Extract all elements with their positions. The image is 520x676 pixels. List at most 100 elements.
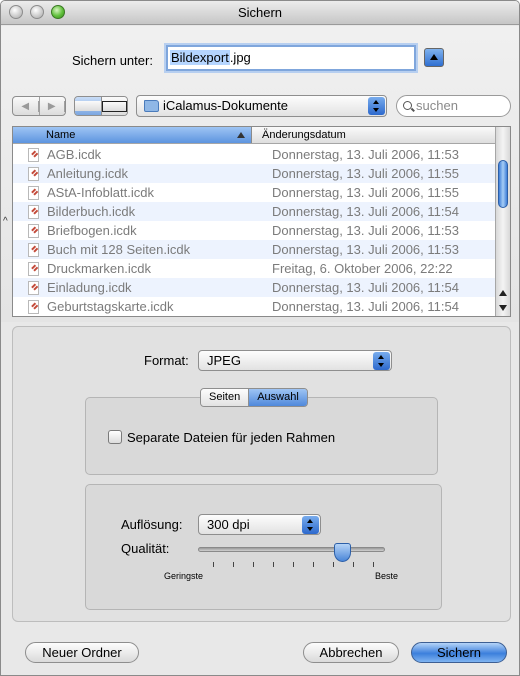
tab-pages[interactable]: Seiten <box>201 389 250 406</box>
file-row[interactable]: Buch mit 128 Seiten.icdk Donnerstag, 13. … <box>13 240 496 259</box>
file-row[interactable]: Anleitung.icdk Donnerstag, 13. Juli 2006,… <box>13 164 496 183</box>
document-icon <box>28 261 39 276</box>
column-view-button[interactable] <box>101 97 127 115</box>
history-navigation: ◀ ▶ <box>12 96 66 116</box>
slider-tick <box>353 562 354 567</box>
resolution-value: 300 dpi <box>207 517 250 532</box>
file-date: Freitag, 6. Oktober 2006, 22:22 <box>272 261 453 276</box>
document-icon <box>28 166 39 181</box>
file-row[interactable]: AGB.icdk Donnerstag, 13. Juli 2006, 11:53 <box>13 145 496 164</box>
document-icon <box>28 147 39 162</box>
slider-tick <box>373 562 374 567</box>
tab-selection[interactable]: Auswahl <box>249 389 307 406</box>
file-row[interactable]: Einladung.icdk Donnerstag, 13. Juli 2006,… <box>13 278 496 297</box>
file-date: Donnerstag, 13. Juli 2006, 11:54 <box>272 280 459 295</box>
popup-arrows-icon <box>368 97 385 115</box>
document-icon <box>28 242 39 257</box>
format-popup[interactable]: JPEG <box>198 350 392 371</box>
file-list[interactable]: Name Änderungsdatum AGB.icdk Donnerstag, … <box>12 126 511 317</box>
slider-tick <box>293 562 294 567</box>
save-as-label: Sichern unter: <box>72 53 153 68</box>
separate-files-label[interactable]: Separate Dateien für jeden Rahmen <box>127 430 335 445</box>
quality-max-label: Beste <box>375 571 399 581</box>
sort-ascending-icon <box>237 132 245 138</box>
document-icon <box>28 223 39 238</box>
resolution-popup[interactable]: 300 dpi <box>198 514 321 535</box>
file-row[interactable]: Druckmarken.icdk Freitag, 6. Oktober 2006… <box>13 259 496 278</box>
location-popup[interactable]: iCalamus-Dokumente <box>136 95 387 117</box>
slider-tick <box>313 562 314 567</box>
popup-arrows-icon <box>373 352 390 370</box>
file-date: Donnerstag, 13. Juli 2006, 11:54 <box>272 299 459 314</box>
slider-tick <box>213 562 214 567</box>
file-name: Druckmarken.icdk <box>47 261 152 276</box>
location-label: iCalamus-Dokumente <box>163 98 288 113</box>
new-folder-button[interactable]: Neuer Ordner <box>25 642 139 663</box>
file-date: Donnerstag, 13. Juli 2006, 11:53 <box>272 147 459 162</box>
chevron-right-icon: ▶ <box>40 100 65 112</box>
file-name: Bilderbuch.icdk <box>47 204 136 219</box>
file-name: Briefbogen.icdk <box>47 223 137 238</box>
file-row[interactable]: Briefbogen.icdk Donnerstag, 13. Juli 2006… <box>13 221 496 240</box>
search-field[interactable]: suchen <box>396 95 511 117</box>
file-name: Geburtstagskarte.icdk <box>47 299 174 314</box>
document-icon <box>28 185 39 200</box>
save-dialog: Sichern Sichern unter: Bildexport.jpg ◀ … <box>0 0 520 676</box>
filename-selected-text: Bildexport <box>170 50 230 65</box>
scroll-up-icon[interactable] <box>499 290 507 296</box>
file-name: Buch mit 128 Seiten.icdk <box>47 242 191 257</box>
view-mode-switch <box>74 96 128 116</box>
slider-tick <box>233 562 234 567</box>
document-icon <box>28 280 39 295</box>
scroll-thumb[interactable] <box>498 160 508 208</box>
folder-icon <box>144 100 159 112</box>
file-row[interactable]: AStA-Infoblatt.icdk Donnerstag, 13. Juli … <box>13 183 496 202</box>
file-name: Anleitung.icdk <box>47 166 128 181</box>
file-list-header: Name Änderungsdatum <box>13 127 496 144</box>
slider-tick <box>333 562 334 567</box>
quality-slider-track[interactable] <box>198 547 385 552</box>
window-title: Sichern <box>237 5 283 20</box>
file-row[interactable]: Bilderbuch.icdk Donnerstag, 13. Juli 2006… <box>13 202 496 221</box>
range-tabs: Seiten Auswahl <box>200 388 308 407</box>
file-name: Einladung.icdk <box>47 280 132 295</box>
quality-min-label: Geringste <box>164 571 204 581</box>
file-date: Donnerstag, 13. Juli 2006, 11:55 <box>272 166 459 181</box>
scroll-down-icon[interactable] <box>499 305 507 311</box>
list-view-button[interactable] <box>75 97 102 115</box>
popup-arrows-icon <box>302 516 319 534</box>
column-header-date[interactable]: Änderungsdatum <box>252 127 496 143</box>
cancel-button[interactable]: Abbrechen <box>303 642 399 663</box>
slider-tick <box>273 562 274 567</box>
file-date: Donnerstag, 13. Juli 2006, 11:53 <box>272 242 459 257</box>
quality-slider-ticks <box>213 562 374 567</box>
forward-button[interactable]: ▶ <box>40 97 65 115</box>
file-date: Donnerstag, 13. Juli 2006, 11:54 <box>272 204 459 219</box>
format-label: Format: <box>144 353 189 368</box>
collapse-browser-button[interactable] <box>424 48 444 67</box>
quality-slider-knob[interactable] <box>333 543 351 562</box>
search-placeholder: suchen <box>416 98 458 113</box>
file-name: AStA-Infoblatt.icdk <box>47 185 154 200</box>
document-icon <box>28 299 39 314</box>
file-date: Donnerstag, 13. Juli 2006, 11:53 <box>272 223 459 238</box>
search-icon <box>403 101 412 110</box>
file-rows: AGB.icdk Donnerstag, 13. Juli 2006, 11:53… <box>13 145 496 316</box>
save-button[interactable]: Sichern <box>411 642 507 663</box>
slider-tick <box>253 562 254 567</box>
quality-label: Qualität: <box>121 541 170 556</box>
column-header-name-label: Name <box>46 129 76 141</box>
separate-files-checkbox[interactable] <box>108 430 122 444</box>
column-header-name[interactable]: Name <box>13 127 252 143</box>
file-name: AGB.icdk <box>47 147 102 162</box>
vertical-scrollbar[interactable] <box>495 127 510 316</box>
resolution-label: Auflösung: <box>121 517 183 532</box>
back-button[interactable]: ◀ <box>13 97 40 115</box>
file-date: Donnerstag, 13. Juli 2006, 11:55 <box>272 185 459 200</box>
filename-input[interactable]: Bildexport.jpg <box>166 45 416 71</box>
filename-extension: .jpg <box>229 50 251 65</box>
resize-caret-icon: ^ <box>3 216 8 227</box>
title-bar: Sichern <box>1 1 519 25</box>
chevron-left-icon: ◀ <box>13 100 39 112</box>
file-row[interactable]: Geburtstagskarte.icdk Donnerstag, 13. Jul… <box>13 297 496 316</box>
